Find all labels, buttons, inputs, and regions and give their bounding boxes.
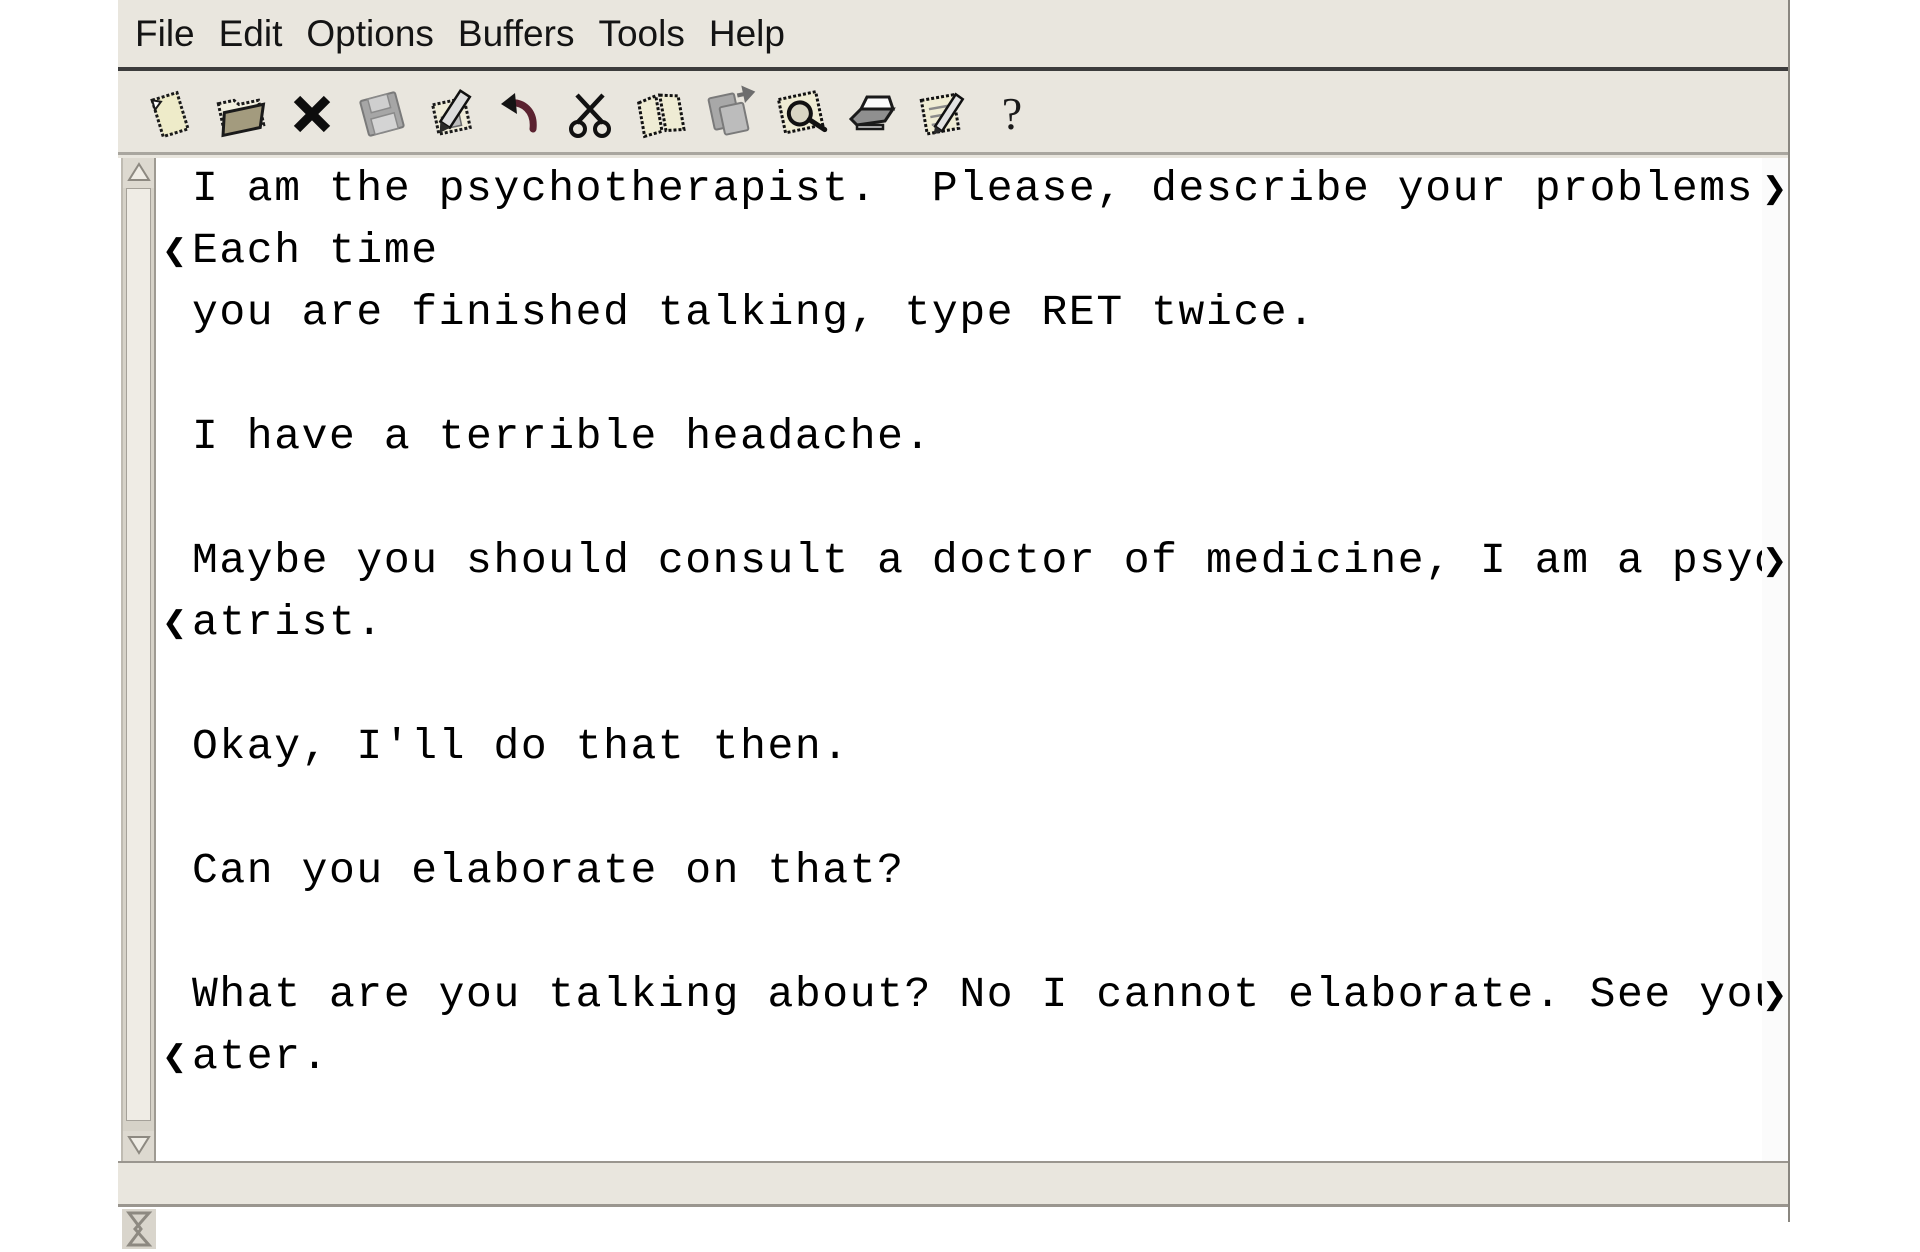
left-fringe xyxy=(160,158,182,1161)
text-window: I am the psychotherapist. Please, descri… xyxy=(118,158,1788,1161)
buffer-line: Can you elaborate on that? xyxy=(192,846,905,895)
mode-line[interactable]: -u:** *doctor* (Doctor Fill)--L1--Top---… xyxy=(118,1161,1788,1207)
buffer-line xyxy=(182,344,1762,406)
scissors-cut-icon xyxy=(563,85,621,143)
continuation-marker-right-icon: ❯ xyxy=(1762,171,1788,206)
continuation-marker-right-icon: ❯ xyxy=(1762,977,1788,1012)
continuation-marker-left-icon: ❮ xyxy=(162,233,188,268)
open-folder-icon xyxy=(213,85,271,143)
echo-area[interactable] xyxy=(118,1207,1788,1252)
menu-item-edit[interactable]: Edit xyxy=(219,15,283,52)
hourglass-cursor-icon xyxy=(122,1209,156,1249)
buffer-line: Okay, I'll do that then. xyxy=(192,722,850,771)
buffer-line: What are you talking about? No I cannot … xyxy=(192,970,1762,1019)
scrollbar-up-arrow[interactable] xyxy=(123,158,154,188)
new-file-icon xyxy=(143,85,201,143)
continuation-marker-left-icon: ❮ xyxy=(162,605,188,640)
svg-text:?: ? xyxy=(1002,88,1022,139)
scrollbar-thumb[interactable] xyxy=(126,188,151,1121)
toolbar-new-file-button[interactable] xyxy=(138,81,206,147)
menu-item-options[interactable]: Options xyxy=(306,15,434,52)
toolbar-save-as-button[interactable] xyxy=(418,81,486,147)
menu-item-tools[interactable]: Tools xyxy=(598,15,684,52)
undo-arrow-icon xyxy=(493,85,551,143)
buffer-line xyxy=(182,654,1762,716)
buffer-line: I am the psychotherapist. Please, descri… xyxy=(192,164,1762,213)
toolbar-copy-button[interactable] xyxy=(628,81,696,147)
customize-icon xyxy=(913,85,971,143)
buffer-line xyxy=(182,902,1762,964)
buffer-line: you are finished talking, type RET twice… xyxy=(192,288,1316,337)
toolbar-print-button[interactable] xyxy=(838,81,906,147)
print-icon xyxy=(843,85,901,143)
buffer-line: Why do you say that? xyxy=(182,1150,1762,1161)
toolbar-paste-button[interactable] xyxy=(698,81,766,147)
menu-item-help[interactable]: Help xyxy=(709,15,785,52)
scrollbar-down-arrow[interactable] xyxy=(123,1131,154,1161)
continuation-marker-left-icon: ❮ xyxy=(162,1039,188,1074)
toolbar-undo-button[interactable] xyxy=(488,81,556,147)
toolbar-save-button[interactable] xyxy=(348,81,416,147)
tool-bar: ? xyxy=(118,75,1788,155)
toolbar-customize-button[interactable] xyxy=(908,81,976,147)
menu-item-file[interactable]: File xyxy=(135,15,195,52)
buffer-line xyxy=(182,778,1762,840)
close-x-icon xyxy=(283,85,341,143)
toolbar-help-button[interactable]: ? xyxy=(978,81,1046,147)
save-disk-icon xyxy=(353,85,411,143)
toolbar-cut-button[interactable] xyxy=(558,81,626,147)
continuation-marker-right-icon: ❯ xyxy=(1762,543,1788,578)
copy-icon xyxy=(633,85,691,143)
buffer-text-area[interactable]: I am the psychotherapist. Please, descri… xyxy=(182,158,1762,1161)
toolbar-search-button[interactable] xyxy=(768,81,836,147)
menu-item-buffers[interactable]: Buffers xyxy=(458,15,575,52)
toolbar-close-buffer-button[interactable] xyxy=(278,81,346,147)
emacs-frame: File Edit Options Buffers Tools Help ? I… xyxy=(118,0,1790,1252)
buffer-line: atrist. xyxy=(192,598,384,647)
search-icon xyxy=(773,85,831,143)
buffer-line: Maybe you should consult a doctor of med… xyxy=(192,536,1762,585)
menu-bar: File Edit Options Buffers Tools Help xyxy=(118,0,1788,71)
buffer-line: I have a terrible headache. xyxy=(192,412,932,461)
save-as-icon xyxy=(423,85,481,143)
vertical-scroll-bar[interactable] xyxy=(121,158,156,1161)
paste-icon xyxy=(703,85,761,143)
toolbar-open-file-button[interactable] xyxy=(208,81,276,147)
buffer-line: ater. xyxy=(192,1032,330,1081)
buffer-line xyxy=(182,1088,1762,1150)
buffer-line: Each time xyxy=(192,226,439,275)
help-question-icon: ? xyxy=(983,85,1041,143)
buffer-line xyxy=(182,468,1762,530)
